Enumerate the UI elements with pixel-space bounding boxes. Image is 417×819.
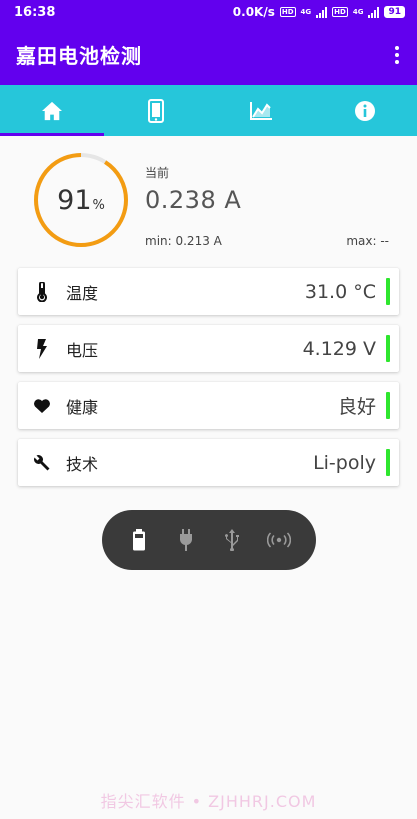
- app-title: 嘉田电池检测: [16, 44, 142, 68]
- gauge-text: 91 %: [33, 152, 129, 248]
- status-icons: 0.0K/s HD 4G HD 4G 91: [233, 5, 405, 19]
- status-bar: 16:38 0.0K/s HD 4G HD 4G 91: [0, 0, 417, 24]
- current-max: max: --: [346, 234, 389, 248]
- source-usb[interactable]: [217, 525, 247, 555]
- usb-icon: [225, 529, 240, 551]
- tab-info[interactable]: [313, 85, 417, 136]
- tab-home[interactable]: [0, 85, 105, 136]
- heart-icon: [34, 398, 50, 413]
- card-value: Li-poly: [313, 451, 376, 474]
- card-temperature: 温度 31.0 °C: [18, 268, 399, 315]
- tab-chart[interactable]: [209, 85, 313, 136]
- card-value: 31.0 °C: [304, 280, 376, 303]
- lightning-icon: [37, 338, 47, 359]
- status-indicator: [386, 449, 390, 476]
- current-label: 当前: [145, 166, 170, 180]
- watermark: 指尖汇软件 • ZJHHRJ.COM: [100, 792, 317, 811]
- card-voltage: 电压 4.129 V: [18, 325, 399, 372]
- card-label: 温度: [66, 283, 99, 303]
- phone-icon: [148, 98, 165, 123]
- signal-icon: [316, 6, 328, 18]
- network-speed: 0.0K/s: [232, 5, 275, 19]
- status-time: 16:38: [14, 4, 56, 20]
- gauge-value: 91: [57, 184, 92, 216]
- info-icon: [354, 100, 375, 121]
- gauge-unit: %: [92, 197, 105, 213]
- signal-icon-2: [368, 6, 380, 18]
- card-value: 良好: [337, 396, 376, 418]
- net-type-badge: 4G: [300, 7, 312, 16]
- status-indicator: [386, 392, 390, 419]
- current-min: min: 0.213 A: [145, 234, 222, 248]
- card-label: 技术: [66, 454, 99, 474]
- ac-plug-icon: [179, 529, 192, 551]
- current-value: 0.238 A: [145, 186, 242, 214]
- overflow-menu-icon[interactable]: [391, 42, 403, 68]
- battery-gauge: 91 %: [33, 152, 129, 248]
- tab-device[interactable]: [104, 85, 208, 136]
- card-label: 健康: [66, 397, 99, 417]
- battery-icon: [133, 529, 146, 551]
- net-type-badge-2: 4G: [352, 7, 364, 16]
- wireless-icon: [266, 532, 291, 548]
- source-ac[interactable]: [171, 525, 201, 555]
- source-battery[interactable]: [124, 525, 154, 555]
- tab-bar: [0, 85, 417, 136]
- hd-badge-2: HD: [332, 7, 348, 17]
- power-source-pill: [102, 510, 316, 570]
- card-technology: 技术 Li-poly: [18, 439, 399, 486]
- app-bar: 嘉田电池检测: [0, 24, 417, 85]
- home-icon: [42, 101, 63, 120]
- wrench-icon: [34, 454, 50, 470]
- card-value: 4.129 V: [302, 337, 376, 360]
- card-label: 电压: [66, 340, 99, 360]
- status-indicator: [386, 335, 390, 362]
- status-indicator: [386, 278, 390, 305]
- thermometer-icon: [37, 281, 47, 302]
- status-battery-icon: 91: [384, 6, 405, 18]
- hd-badge: HD: [279, 7, 296, 17]
- source-wireless[interactable]: [264, 525, 294, 555]
- chart-icon: [249, 101, 272, 120]
- card-health: 健康 良好: [18, 382, 399, 429]
